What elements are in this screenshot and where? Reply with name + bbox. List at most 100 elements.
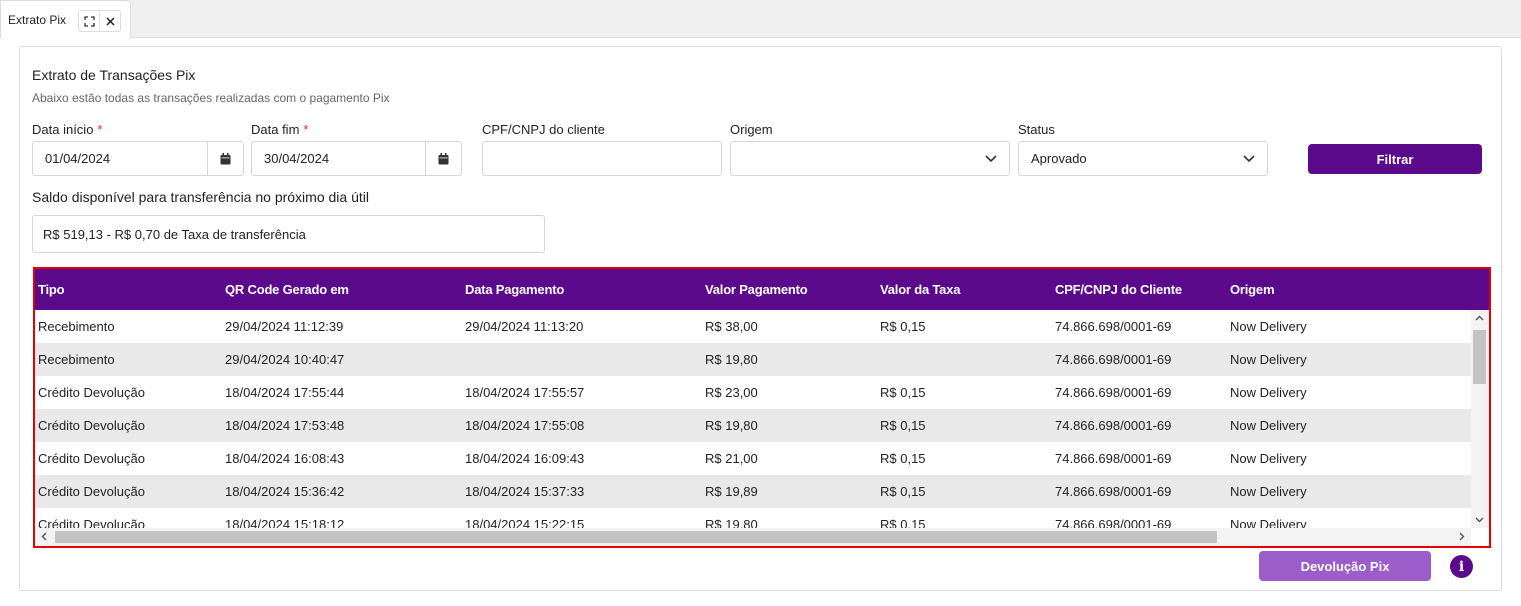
cell-data-pagamento: 18/04/2024 17:55:08: [465, 418, 585, 433]
cell-qr-code: 18/04/2024 17:53:48: [225, 418, 345, 433]
cell-data-pagamento: 18/04/2024 15:37:33: [465, 484, 585, 499]
cell-data-pagamento: 29/04/2024 11:13:20: [465, 319, 584, 334]
transactions-table: Tipo QR Code Gerado em Data Pagamento Va…: [33, 267, 1491, 548]
data-inicio-label-text: Data início: [32, 122, 94, 137]
data-fim-label-text: Data fim: [251, 122, 300, 137]
table-row[interactable]: Crédito Devolução 18/04/2024 15:18:12 18…: [35, 508, 1471, 528]
chevron-left-icon[interactable]: [41, 532, 47, 544]
data-fim-field[interactable]: 30/04/2024: [251, 141, 462, 176]
cell-tipo: Recebimento: [38, 352, 115, 367]
tab-label: Extrato Pix: [8, 12, 67, 27]
column-header-valor-pagamento[interactable]: Valor Pagamento: [705, 269, 808, 310]
horizontal-scrollbar[interactable]: [35, 528, 1471, 546]
cell-origem: Now Delivery: [1230, 385, 1307, 400]
cell-cpf-cnpj: 74.866.698/0001-69: [1055, 418, 1172, 433]
cell-valor-taxa: R$ 0,15: [880, 517, 926, 528]
cell-cpf-cnpj: 74.866.698/0001-69: [1055, 484, 1172, 499]
status-label: Status: [1018, 122, 1055, 137]
saldo-field: R$ 519,13 - R$ 0,70 de Taxa de transferê…: [32, 215, 545, 253]
column-header-data-pagamento[interactable]: Data Pagamento: [465, 269, 564, 310]
filtrar-button[interactable]: Filtrar: [1308, 144, 1482, 174]
data-inicio-label: Data início *: [32, 122, 102, 137]
cell-cpf-cnpj: 74.866.698/0001-69: [1055, 319, 1172, 334]
cell-valor-pagamento: R$ 21,00: [705, 451, 758, 466]
horizontal-scroll-thumb[interactable]: [55, 531, 1217, 543]
cell-valor-taxa: R$ 0,15: [880, 319, 926, 334]
cell-cpf-cnpj: 74.866.698/0001-69: [1055, 385, 1172, 400]
table-header: Tipo QR Code Gerado em Data Pagamento Va…: [35, 269, 1489, 310]
cell-origem: Now Delivery: [1230, 517, 1307, 528]
cell-origem: Now Delivery: [1230, 451, 1307, 466]
saldo-label: Saldo disponível para transferência no p…: [32, 189, 369, 205]
column-header-valor-taxa[interactable]: Valor da Taxa: [880, 269, 960, 310]
cell-valor-taxa: R$ 0,15: [880, 418, 926, 433]
cpf-cnpj-input[interactable]: [482, 141, 722, 176]
cell-origem: Now Delivery: [1230, 352, 1307, 367]
cell-origem: Now Delivery: [1230, 418, 1307, 433]
cell-cpf-cnpj: 74.866.698/0001-69: [1055, 451, 1172, 466]
cell-cpf-cnpj: 74.866.698/0001-69: [1055, 352, 1172, 367]
calendar-icon[interactable]: [425, 142, 461, 175]
chevron-down-icon[interactable]: [1475, 515, 1484, 526]
calendar-icon[interactable]: [207, 142, 243, 175]
cell-qr-code: 18/04/2024 16:08:43: [225, 451, 345, 466]
data-fim-value: 30/04/2024: [264, 151, 330, 166]
chevron-right-icon[interactable]: [1459, 532, 1465, 544]
table-row[interactable]: Crédito Devolução 18/04/2024 17:55:44 18…: [35, 376, 1471, 409]
close-icon[interactable]: [99, 11, 120, 31]
cell-qr-code: 18/04/2024 15:18:12: [225, 517, 345, 528]
cell-valor-pagamento: R$ 23,00: [705, 385, 758, 400]
column-header-qr-code[interactable]: QR Code Gerado em: [225, 269, 349, 310]
cell-cpf-cnpj: 74.866.698/0001-69: [1055, 517, 1172, 528]
data-fim-label: Data fim *: [251, 122, 308, 137]
table-row[interactable]: Recebimento 29/04/2024 11:12:39 29/04/20…: [35, 310, 1471, 343]
table-row[interactable]: Crédito Devolução 18/04/2024 16:08:43 18…: [35, 442, 1471, 475]
column-header-cpf-cnpj[interactable]: CPF/CNPJ do Cliente: [1055, 269, 1182, 310]
column-header-origem[interactable]: Origem: [1230, 269, 1275, 310]
cell-data-pagamento: 18/04/2024 15:22:15: [465, 517, 585, 528]
cell-valor-pagamento: R$ 19,80: [705, 517, 758, 528]
cell-valor-taxa: R$ 0,15: [880, 484, 926, 499]
status-select[interactable]: Aprovado: [1018, 141, 1268, 176]
cell-valor-taxa: R$ 0,15: [880, 451, 926, 466]
tab-extrato-pix[interactable]: Extrato Pix: [0, 0, 131, 38]
chevron-down-icon: [973, 154, 1009, 163]
cell-qr-code: 29/04/2024 10:40:47: [225, 352, 345, 367]
info-icon[interactable]: i: [1450, 555, 1473, 578]
cell-tipo: Crédito Devolução: [38, 484, 145, 499]
cell-qr-code: 18/04/2024 15:36:42: [225, 484, 345, 499]
page-subtitle: Abaixo estão todas as transações realiza…: [32, 91, 390, 105]
required-mark: *: [303, 122, 309, 137]
data-inicio-field[interactable]: 01/04/2024: [32, 141, 244, 176]
devolucao-pix-button[interactable]: Devolução Pix: [1259, 551, 1431, 581]
table-row[interactable]: Crédito Devolução 18/04/2024 15:36:42 18…: [35, 475, 1471, 508]
cell-valor-pagamento: R$ 38,00: [705, 319, 758, 334]
chevron-up-icon[interactable]: [1475, 313, 1484, 324]
column-header-tipo[interactable]: Tipo: [38, 269, 65, 310]
cell-tipo: Crédito Devolução: [38, 451, 145, 466]
table-row[interactable]: Recebimento 29/04/2024 10:40:47 R$ 19,80…: [35, 343, 1471, 376]
table-row[interactable]: Crédito Devolução 18/04/2024 17:53:48 18…: [35, 409, 1471, 442]
page-title: Extrato de Transações Pix: [32, 67, 196, 83]
vertical-scroll-thumb[interactable]: [1473, 330, 1486, 384]
data-inicio-value: 01/04/2024: [45, 151, 111, 166]
origem-select[interactable]: [730, 141, 1010, 176]
cell-data-pagamento: 18/04/2024 16:09:43: [465, 451, 585, 466]
vertical-scrollbar[interactable]: [1471, 310, 1489, 528]
tab-bar: Extrato Pix: [0, 0, 1521, 38]
tab-controls: [78, 10, 121, 32]
cell-origem: Now Delivery: [1230, 319, 1307, 334]
cell-data-pagamento: 18/04/2024 17:55:57: [465, 385, 585, 400]
chevron-down-icon: [1231, 154, 1267, 163]
cell-qr-code: 29/04/2024 11:12:39: [225, 319, 344, 334]
table-body: Recebimento 29/04/2024 11:12:39 29/04/20…: [35, 310, 1471, 528]
cell-tipo: Crédito Devolução: [38, 385, 145, 400]
cell-tipo: Recebimento: [38, 319, 115, 334]
cell-tipo: Crédito Devolução: [38, 418, 145, 433]
cell-valor-pagamento: R$ 19,80: [705, 352, 758, 367]
cpf-cnpj-label: CPF/CNPJ do cliente: [482, 122, 605, 137]
cell-tipo: Crédito Devolução: [38, 517, 145, 528]
expand-icon[interactable]: [79, 11, 99, 31]
cell-qr-code: 18/04/2024 17:55:44: [225, 385, 345, 400]
status-value: Aprovado: [1031, 151, 1087, 166]
